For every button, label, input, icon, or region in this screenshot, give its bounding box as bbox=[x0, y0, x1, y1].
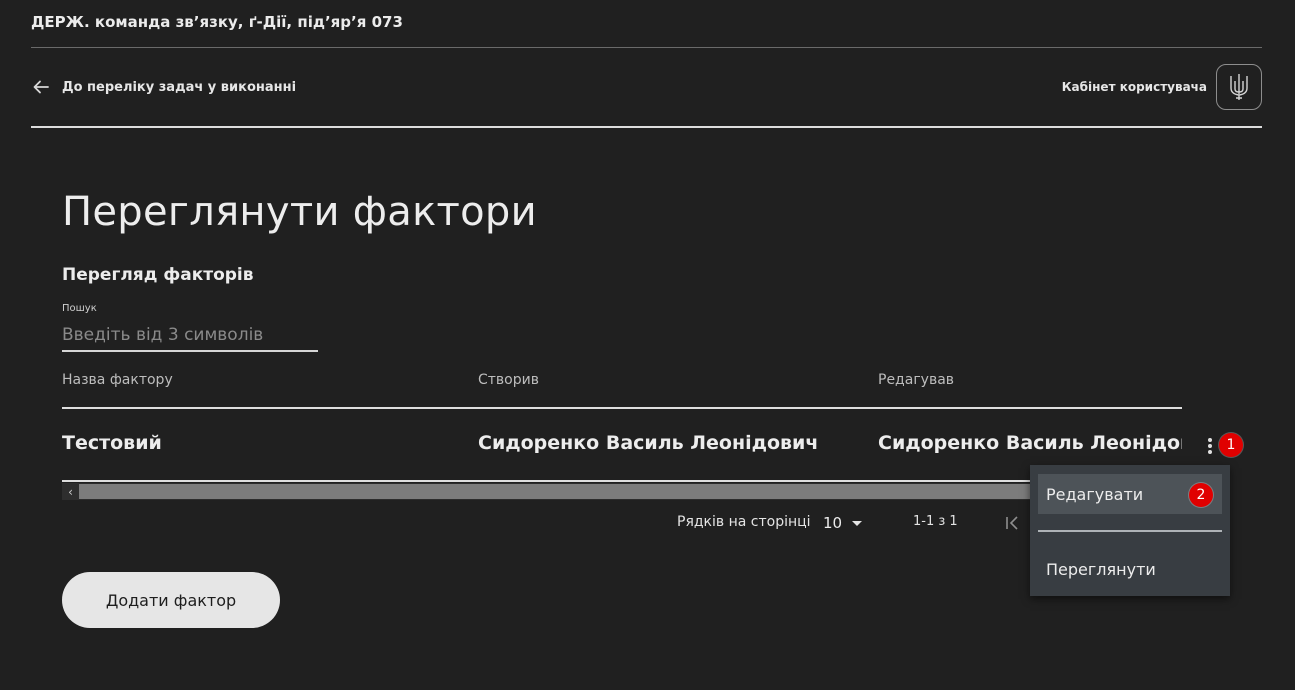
org-title: ДЕРЖ. команда зв’язку, ґ-Дії, під’яр’я 0… bbox=[31, 13, 403, 31]
header-divider bbox=[31, 47, 1262, 48]
first-page-icon[interactable] bbox=[1002, 513, 1022, 533]
arrow-left-icon bbox=[33, 80, 49, 94]
rows-per-page-label: Рядків на сторінці bbox=[677, 514, 811, 530]
page-title: Переглянути фактори bbox=[62, 189, 537, 235]
menu-item-view-label: Переглянути bbox=[1046, 559, 1156, 579]
user-cabinet-link[interactable]: Кабінет користувача bbox=[1062, 63, 1262, 111]
caret-down-icon bbox=[852, 520, 863, 526]
pagination-range: 1-1 з 1 bbox=[913, 514, 958, 529]
column-header-created-by[interactable]: Створив bbox=[478, 372, 539, 388]
cell-factor-name: Тестовий bbox=[62, 432, 162, 454]
add-factor-button[interactable]: Додати фактор bbox=[62, 572, 280, 628]
annotation-badge-1: 1 bbox=[1219, 433, 1243, 457]
user-cabinet-label: Кабінет користувача bbox=[1061, 80, 1207, 94]
search-label: Пошук bbox=[62, 303, 97, 314]
page: ДЕРЖ. команда зв’язку, ґ-Дії, під’яр’я 0… bbox=[0, 0, 1295, 690]
column-header-edited-by[interactable]: Редагував bbox=[878, 372, 954, 388]
scroll-left-icon[interactable]: ‹ bbox=[62, 483, 79, 500]
nav-divider bbox=[31, 126, 1262, 128]
back-link[interactable]: До переліку задач у виконанні bbox=[31, 76, 296, 98]
row-actions-kebab-icon[interactable] bbox=[1200, 434, 1220, 458]
horizontal-scrollbar[interactable]: ‹ bbox=[62, 483, 1182, 500]
cell-created-by: Сидоренко Василь Леонідович bbox=[478, 432, 819, 454]
table-row-divider bbox=[62, 480, 1182, 482]
search-input[interactable] bbox=[62, 320, 318, 352]
back-link-label: До переліку задач у виконанні bbox=[62, 79, 297, 95]
menu-divider bbox=[1038, 530, 1222, 532]
column-header-factor-name[interactable]: Назва фактору bbox=[62, 372, 173, 388]
section-title: Перегляд факторів bbox=[62, 265, 254, 285]
menu-item-view[interactable]: Переглянути bbox=[1038, 549, 1222, 589]
trident-emblem-glyph bbox=[1230, 74, 1248, 100]
table-header-divider bbox=[62, 407, 1182, 409]
scrollbar-thumb[interactable] bbox=[79, 484, 1079, 499]
cell-edited-by: Сидоренко Василь Леонідович bbox=[878, 432, 1182, 454]
annotation-badge-2: 2 bbox=[1189, 483, 1213, 507]
rows-per-page-value: 10 bbox=[823, 514, 843, 532]
menu-item-edit-label: Редагувати bbox=[1046, 484, 1144, 504]
rows-per-page-select[interactable]: 10 bbox=[823, 511, 863, 535]
trident-emblem-icon[interactable] bbox=[1216, 64, 1262, 110]
table-row[interactable]: Тестовий Сидоренко Василь Леонідович Сид… bbox=[62, 420, 1182, 470]
